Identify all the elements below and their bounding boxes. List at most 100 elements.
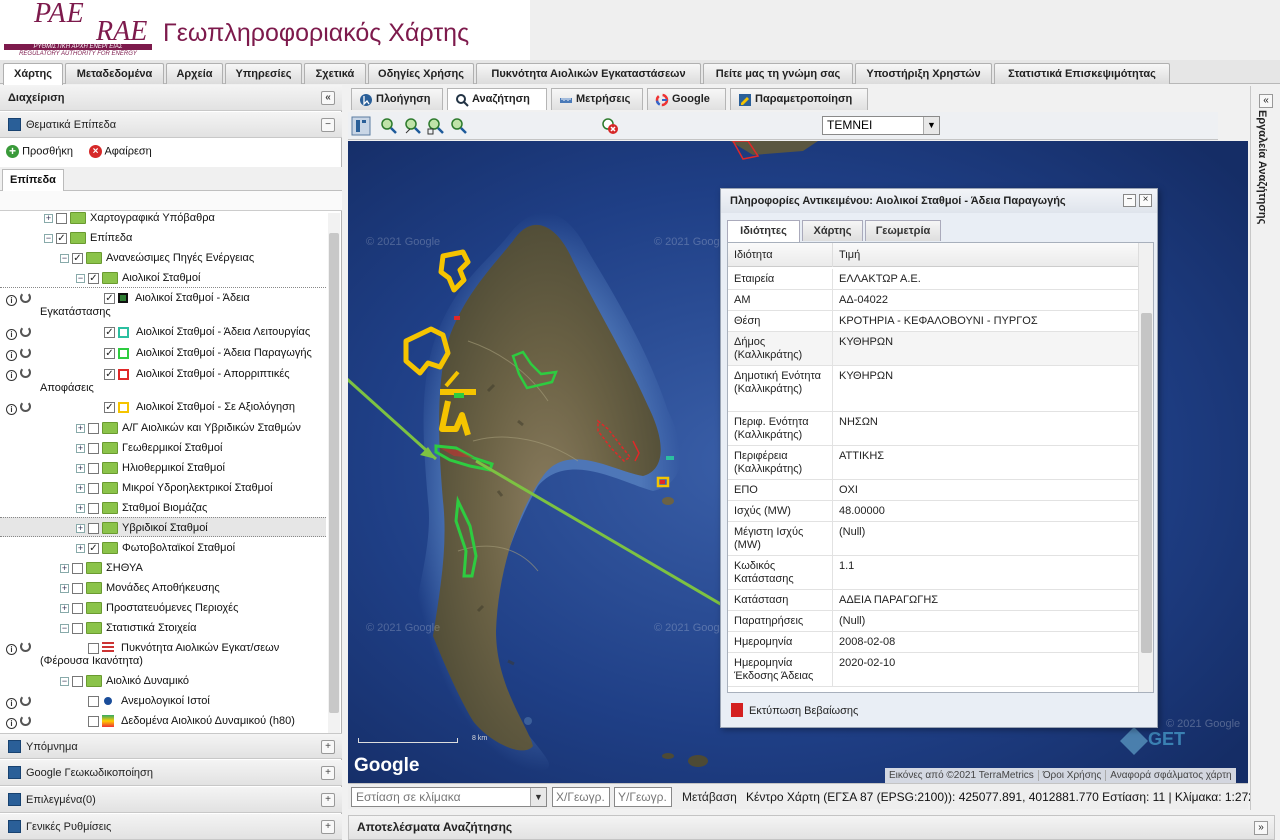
search-layer-select[interactable]: ΤΕΜΝΕΙ ▼	[822, 116, 940, 135]
tree-wind-stations[interactable]: − ✓ Αιολικοί Σταθμοί	[76, 269, 200, 287]
tree-scrollbar[interactable]	[328, 213, 340, 733]
tab-measurements[interactable]: Μετρήσεις	[551, 88, 643, 110]
geocoding-panel[interactable]: Google Γεωκωδικοποίηση +	[0, 760, 342, 786]
property-row[interactable]: ΑΜ ΑΔ-04022	[728, 290, 1138, 311]
refresh-icon[interactable]	[20, 347, 31, 358]
property-row[interactable]: Ισχύς (MW) 48.00000	[728, 501, 1138, 522]
refresh-icon[interactable]	[20, 715, 31, 726]
feature-info-title[interactable]: Πληροφορίες Αντικειμένου: Αιολικοί Σταθμ…	[721, 189, 1157, 213]
tree-masts[interactable]: Ανεμολογικοί Ιστοί	[88, 692, 210, 710]
tree-wind-install[interactable]: ✓ Αιολικοί Σταθμοί - Άδεια	[104, 289, 250, 307]
property-row[interactable]: Περιφ. Ενότητα (Καλλικράτης) ΝΗΣΩΝ	[728, 412, 1138, 446]
zoom-box-icon[interactable]	[427, 117, 445, 135]
tab-support[interactable]: Υποστήριξη Χρηστών	[855, 63, 992, 84]
remove-layer-button[interactable]: × Αφαίρεση	[89, 145, 152, 158]
thematic-layers-header[interactable]: Θεματικά Επίπεδα −	[0, 112, 342, 138]
tab-files[interactable]: Αρχεία	[166, 63, 223, 84]
property-row[interactable]: Περιφέρεια (Καλλικράτης) ΑΤΤΙΚΗΣ	[728, 446, 1138, 480]
column-property[interactable]: Ιδιότητα	[734, 243, 773, 267]
zoom-extent-icon[interactable]	[450, 117, 468, 135]
feature-info-window[interactable]: Πληροφορίες Αντικειμένου: Αιολικοί Σταθμ…	[720, 188, 1158, 728]
tree-small-hydro[interactable]: + Μικροί Υδροηλεκτρικοί Σταθμοί	[76, 479, 273, 497]
terms-link[interactable]: Όροι Χρήσης	[1037, 770, 1106, 781]
add-layer-button[interactable]: + Προσθήκη	[6, 145, 73, 158]
grid-scrollbar[interactable]	[1138, 243, 1153, 692]
zoom-select-icon[interactable]	[404, 117, 422, 135]
report-error-link[interactable]: Αναφορά σφάλματος χάρτη	[1105, 770, 1236, 781]
property-row[interactable]: Ημερομηνία Έκδοσης Άδειας 2020-02-10	[728, 653, 1138, 687]
tab-properties[interactable]: Ιδιότητες	[727, 220, 800, 242]
tree-wind-evaluation[interactable]: ✓ Αιολικοί Σταθμοί - Σε Αξιολόγηση	[104, 398, 295, 416]
tree-wind-rejected[interactable]: ✓ Αιολικοί Σταθμοί - Απορριπτικές	[104, 365, 290, 383]
info-icon[interactable]: i	[6, 329, 17, 340]
refresh-icon[interactable]	[20, 641, 31, 652]
tab-google[interactable]: Google	[647, 88, 726, 110]
close-button[interactable]: ×	[1139, 194, 1152, 207]
tab-user-guide[interactable]: Οδηγίες Χρήσης	[368, 63, 474, 84]
tree-hybrid[interactable]: + Υβριδικοί Σταθμοί	[76, 519, 208, 537]
property-row[interactable]: Μέγιστη Ισχύς (MW) (Null)	[728, 522, 1138, 556]
property-row[interactable]: Δημοτική Ενότητα (Καλλικράτης) ΚΥΘΗΡΩΝ	[728, 366, 1138, 412]
tree-statistics[interactable]: − Στατιστικά Στοιχεία	[60, 619, 196, 637]
tree-wind-potential[interactable]: − Αιολικό Δυναμικό	[60, 672, 189, 690]
property-row[interactable]: Ημερομηνία 2008-02-08	[728, 632, 1138, 653]
refresh-icon[interactable]	[20, 367, 31, 378]
tree-protected[interactable]: + Προστατευόμενες Περιοχές	[60, 599, 238, 617]
tree-wind-operation[interactable]: ✓ Αιολικοί Σταθμοί - Άδεια Λειτουργίας	[104, 323, 310, 341]
tree-storage[interactable]: + Μονάδες Αποθήκευσης	[60, 579, 220, 597]
refresh-icon[interactable]	[20, 401, 31, 412]
tree-solar-thermal[interactable]: + Ηλιοθερμικοί Σταθμοί	[76, 459, 225, 477]
tab-customization[interactable]: Παραμετροποίηση	[730, 88, 868, 110]
tab-services[interactable]: Υπηρεσίες	[225, 63, 302, 84]
tree-renewables[interactable]: − ✓ Ανανεώσιμες Πηγές Ενέργειας	[60, 249, 254, 267]
tab-search[interactable]: Αναζήτηση	[447, 88, 547, 110]
info-icon[interactable]: i	[6, 718, 17, 729]
tree-sithya[interactable]: + ΣΗΘΥΑ	[60, 559, 143, 577]
property-row[interactable]: Κωδικός Κατάστασης 1.1	[728, 556, 1138, 590]
tab-wind-density[interactable]: Πυκνότητα Αιολικών Εγκαταστάσεων	[476, 63, 701, 84]
column-value[interactable]: Τιμή	[832, 243, 860, 267]
clear-search-icon[interactable]	[601, 117, 619, 135]
search-results-panel[interactable]: Αποτελέσματα Αναζήτησης »	[348, 815, 1275, 840]
legend-panel[interactable]: Υπόμνημα +	[0, 733, 342, 759]
minimize-button[interactable]: −	[1123, 194, 1136, 207]
tree-biomass[interactable]: + Σταθμοί Βιομάζας	[76, 499, 207, 517]
expand-results-button[interactable]: »	[1254, 821, 1268, 835]
property-row[interactable]: Εταιρεία ΕΛΛΑΚΤΩΡ Α.Ε.	[728, 269, 1138, 290]
chevron-down-icon[interactable]: ▼	[530, 788, 546, 806]
tab-metadata[interactable]: Μεταδεδομένα	[65, 63, 164, 84]
property-row[interactable]: Παρατηρήσεις (Null)	[728, 611, 1138, 632]
info-icon[interactable]: i	[6, 370, 17, 381]
tree-photovoltaic[interactable]: + ✓ Φωτοβολταϊκοί Σταθμοί	[76, 539, 235, 557]
tab-navigation[interactable]: Πλοήγηση	[351, 88, 443, 110]
property-row[interactable]: Θέση ΚΡΟΤΗΡΙΑ - ΚΕΦΑΛΟΒΟΥΝΙ - ΠΥΡΓΟΣ	[728, 311, 1138, 332]
collapse-sidebar-button[interactable]: «	[321, 91, 335, 105]
collapse-thematic-button[interactable]: −	[321, 118, 335, 132]
info-icon[interactable]: i	[6, 295, 17, 306]
info-icon[interactable]: i	[6, 698, 17, 709]
tab-statistics[interactable]: Στατιστικά Επισκεψιμότητας	[994, 63, 1170, 84]
selected-panel[interactable]: Επιλεγμένα(0) +	[0, 787, 342, 813]
y-coordinate-input[interactable]: Y/Γεωγρ.	[614, 787, 672, 807]
tree-geothermal[interactable]: + Γεωθερμικοί Σταθμοί	[76, 439, 222, 457]
info-icon[interactable]: i	[6, 644, 17, 655]
tab-popup-map[interactable]: Χάρτης	[802, 220, 863, 241]
tree-wind-production[interactable]: ✓ Αιολικοί Σταθμοί - Άδεια Παραγωγής	[104, 344, 312, 362]
tree-layers[interactable]: − ✓ Επίπεδα	[44, 229, 132, 247]
info-icon[interactable]: i	[6, 404, 17, 415]
tab-feedback[interactable]: Πείτε μας τη γνώμη σας	[703, 63, 853, 84]
tree-potential-data[interactable]: Δεδομένα Αιολικού Δυναμικού (h80)	[88, 712, 295, 730]
tree-hybrid-wind[interactable]: + Α/Γ Αιολικών και Υβριδικών Σταθμών	[76, 419, 301, 437]
tab-about[interactable]: Σχετικά	[304, 63, 366, 84]
refresh-icon[interactable]	[20, 292, 31, 303]
tab-map[interactable]: Χάρτης	[3, 63, 63, 85]
x-coordinate-input[interactable]: X/Γεωγρ.	[552, 787, 610, 807]
property-row[interactable]: Κατάσταση ΑΔΕΙΑ ΠΑΡΑΓΩΓΗΣ	[728, 590, 1138, 611]
settings-panel[interactable]: Γενικές Ρυθμίσεις +	[0, 814, 342, 840]
goto-button[interactable]: Μετάβαση	[682, 790, 737, 804]
zoom-scale-select[interactable]: Εστίαση σε κλίμακα ▼	[351, 787, 547, 807]
print-certificate-button[interactable]: Εκτύπωση Βεβαίωσης	[731, 703, 858, 718]
refresh-icon[interactable]	[20, 695, 31, 706]
info-icon[interactable]: i	[6, 350, 17, 361]
property-row[interactable]: Δήμος (Καλλικράτης) ΚΥΘΗΡΩΝ	[728, 332, 1138, 366]
